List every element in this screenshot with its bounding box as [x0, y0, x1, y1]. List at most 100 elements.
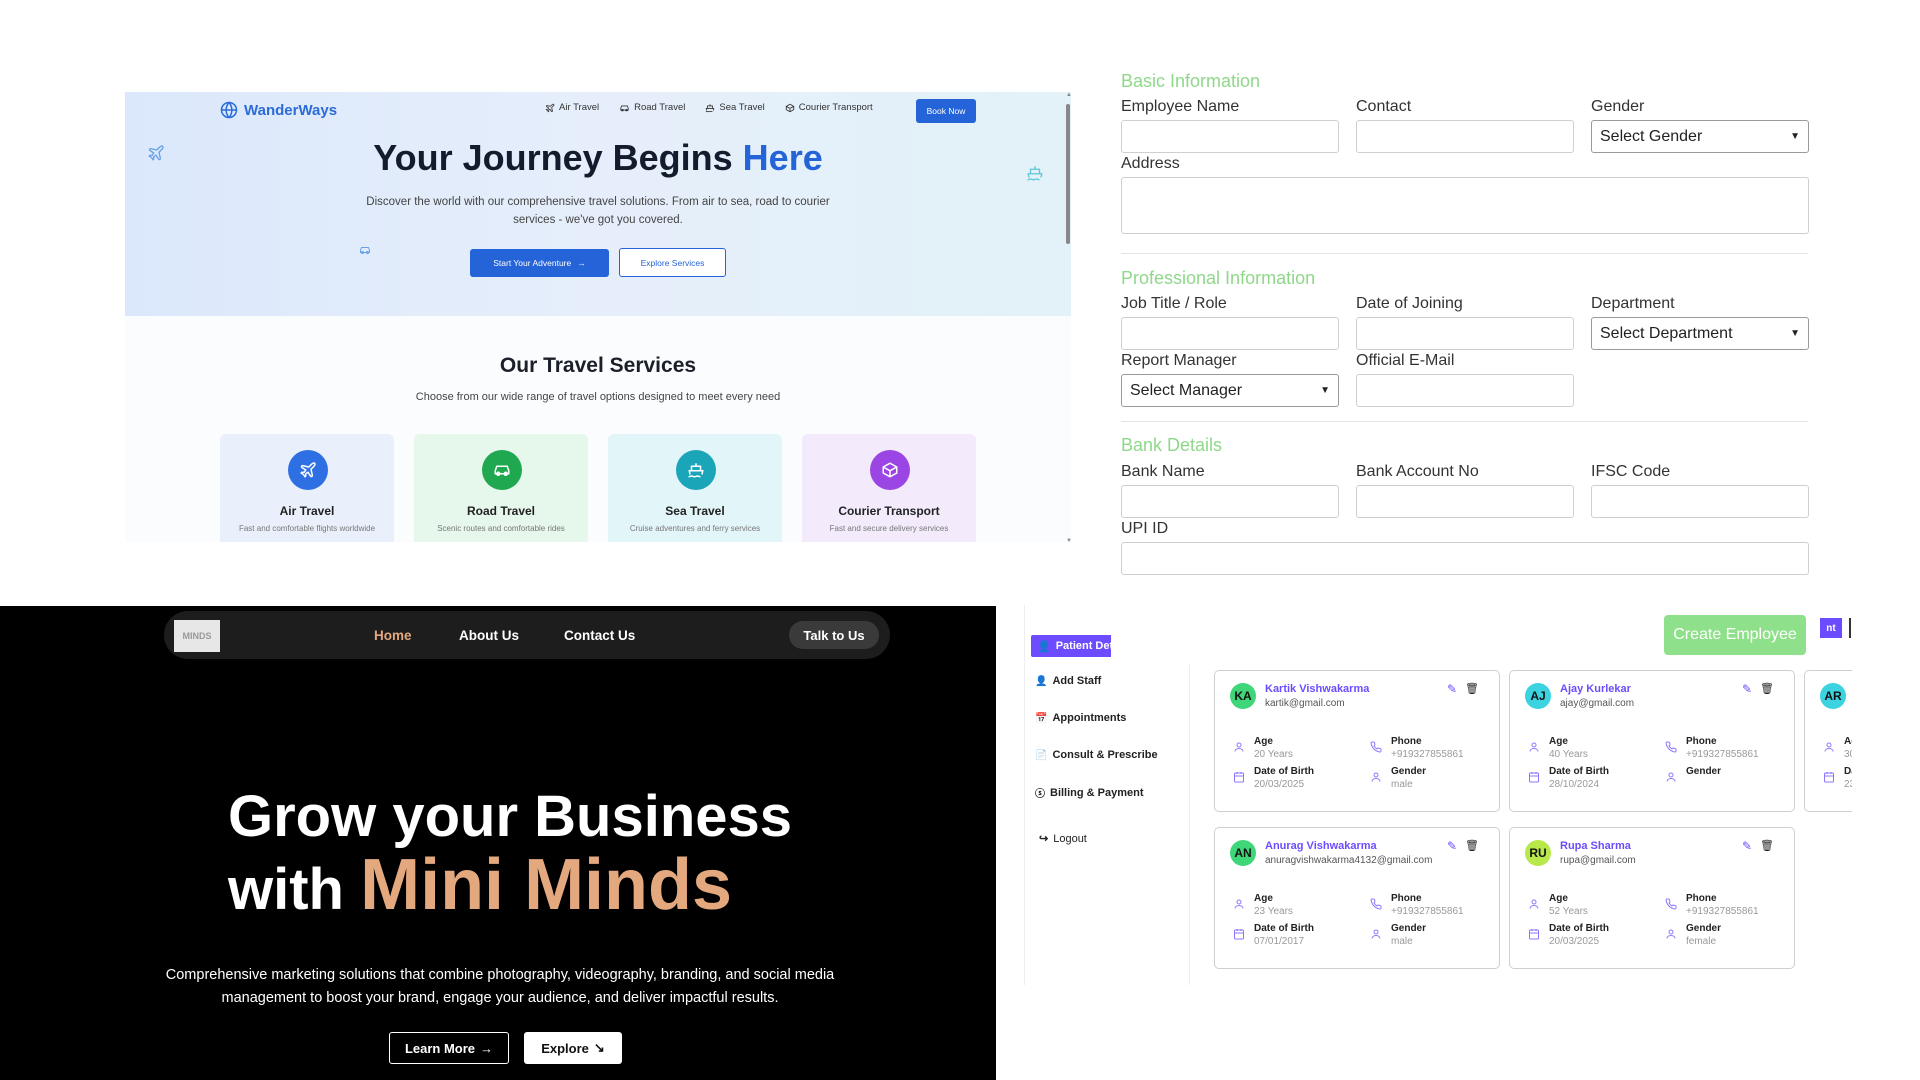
employee-name-label: Employee Name: [1121, 98, 1240, 115]
gender-label: Gender: [1591, 98, 1645, 115]
ifsc-label: IFSC Code: [1591, 463, 1671, 480]
staff-card[interactable]: AN Anurag Vishwakarma anuragvishwakarma413…: [1214, 827, 1500, 969]
avatar: AJ: [1525, 683, 1551, 709]
dob-field: Date of Birth 07/01/2017: [1230, 922, 1314, 949]
arrow-down-right-icon: ↘: [593, 1040, 605, 1055]
plane-icon: [545, 103, 555, 112]
scrollbar[interactable]: ▲ ▼: [1065, 92, 1071, 542]
job-title-input[interactable]: [1121, 317, 1339, 350]
staff-card[interactable]: RU Rupa Sharma rupa@gmail.com ✎ 🗑 Age 52 Years…: [1509, 827, 1795, 969]
address-textarea[interactable]: [1121, 177, 1809, 234]
staff-email: rupa@gmail.com: [1560, 855, 1636, 866]
nav-about-us[interactable]: About Us: [459, 611, 519, 659]
gender-select[interactable]: Select Gender ▼: [1591, 120, 1809, 153]
ship-icon: [676, 450, 716, 490]
department-select[interactable]: Select Department ▼: [1591, 317, 1809, 350]
dollar-icon: ⓢ: [1035, 789, 1045, 800]
hero-headline: Grow your Business with Mini Minds: [228, 784, 793, 925]
file-icon: 📄: [1035, 749, 1048, 761]
bank-account-input[interactable]: [1356, 485, 1574, 518]
explore-button[interactable]: Explore ↘: [524, 1032, 622, 1064]
divider: [1189, 665, 1190, 985]
brand-logo[interactable]: WanderWays: [220, 101, 337, 119]
service-card-courier[interactable]: Courier Transport Fast and secure delive…: [802, 434, 976, 542]
sidebar-item-appointments[interactable]: 📅 Appointments: [1035, 712, 1126, 724]
service-card-sea[interactable]: Sea Travel Cruise adventures and ferry s…: [608, 434, 782, 542]
dob-field: Date of Birth 20/03/2025: [1230, 765, 1314, 792]
card-desc: Fast and comfortable flights worldwide: [238, 524, 376, 533]
service-card-air[interactable]: Air Travel Fast and comfortable flights …: [220, 434, 394, 542]
sidebar-item-patient-details[interactable]: 👤 Patient Det: [1031, 635, 1111, 657]
chevron-down-icon: ▼: [1320, 385, 1330, 396]
staff-name[interactable]: Ajay Kurlekar: [1560, 683, 1631, 695]
edit-icon[interactable]: ✎: [1447, 682, 1457, 696]
user-icon: 👤: [1035, 675, 1048, 687]
staff-card[interactable]: AJ Ajay Kurlekar ajay@gmail.com ✎ 🗑 Age 40 Yea…: [1509, 670, 1795, 812]
user-icon: [1367, 768, 1385, 786]
staff-name[interactable]: Rupa Sharma: [1560, 840, 1631, 852]
sidebar-item-consult[interactable]: 📄 Consult & Prescribe: [1035, 749, 1158, 761]
services-title: Our Travel Services: [499, 354, 697, 377]
upi-input[interactable]: [1121, 542, 1809, 575]
staff-card[interactable]: KA Kartik Vishwakarma kartik@gmail.com ✎ 🗑 Ag…: [1214, 670, 1500, 812]
sidebar: 👤 Patient Det 👤 Add Staff 📅 Appointments 📄 C…: [1024, 605, 1192, 985]
service-card-road[interactable]: Road Travel Scenic routes and comfortabl…: [414, 434, 588, 542]
bank-name-input[interactable]: [1121, 485, 1339, 518]
user-icon: [1367, 925, 1385, 943]
nav-air-travel[interactable]: Air Travel: [545, 102, 599, 113]
sidebar-item-billing[interactable]: ⓢ Billing & Payment: [1035, 785, 1144, 801]
nav-contact-us[interactable]: Contact Us: [564, 611, 635, 659]
employee-name-input[interactable]: [1121, 120, 1339, 153]
talk-to-us-button[interactable]: Talk to Us: [789, 621, 879, 649]
staff-email: anuragvishwakarma4132@gmail.com: [1265, 855, 1433, 866]
start-adventure-button[interactable]: Start Your Adventure →: [470, 249, 609, 277]
delete-icon[interactable]: 🗑: [1465, 839, 1479, 853]
contact-input[interactable]: [1356, 120, 1574, 153]
ifsc-input[interactable]: [1591, 485, 1809, 518]
avatar: AR: [1820, 683, 1846, 709]
card-title: Road Travel: [466, 504, 536, 518]
edit-icon[interactable]: ✎: [1742, 839, 1752, 853]
manager-select[interactable]: Select Manager ▼: [1121, 374, 1339, 407]
calendar-icon: [1230, 768, 1248, 786]
wanderways-page: WanderWays Air Travel Road Travel Sea Tr…: [125, 92, 1071, 542]
delete-icon[interactable]: 🗑: [1465, 682, 1479, 696]
mini-minds-logo[interactable]: MINDS: [174, 620, 220, 652]
delete-icon[interactable]: 🗑: [1760, 682, 1774, 696]
user-icon: [1525, 738, 1543, 756]
nav-road-travel[interactable]: Road Travel: [619, 102, 685, 113]
partial-button[interactable]: nt: [1820, 618, 1842, 638]
card-title: Courier Transport: [838, 504, 940, 518]
staff-name[interactable]: Kartik Vishwakarma: [1265, 683, 1369, 695]
nav-home[interactable]: Home: [374, 611, 412, 659]
learn-more-button[interactable]: Learn More →: [389, 1032, 509, 1064]
hero-description: Comprehensive marketing solutions that c…: [165, 967, 835, 1006]
car-icon: [482, 450, 522, 490]
sidebar-item-add-staff[interactable]: 👤 Add Staff: [1035, 675, 1101, 687]
phone-icon: [1367, 738, 1385, 756]
nav-sea-travel[interactable]: Sea Travel: [705, 102, 765, 113]
staff-name[interactable]: Anurag Vishwakarma: [1265, 840, 1377, 852]
hero-subtitle: Discover the world with our comprehensiv…: [366, 196, 830, 226]
phone-field: Phone +919327855861: [1662, 735, 1759, 762]
edit-icon[interactable]: ✎: [1742, 682, 1752, 696]
globe-icon: [220, 101, 238, 119]
date-of-joining-input[interactable]: [1356, 317, 1574, 350]
official-email-input[interactable]: [1356, 374, 1574, 407]
nav-courier-transport[interactable]: Courier Transport: [785, 102, 873, 113]
explore-services-button[interactable]: Explore Services: [619, 248, 726, 277]
sidebar-item-logout[interactable]: ↪ Logout: [1039, 832, 1087, 846]
upi-label: UPI ID: [1121, 520, 1169, 537]
basic-info-heading: Basic Information: [1121, 71, 1261, 91]
book-now-button[interactable]: Book Now: [916, 99, 976, 123]
card-desc: Scenic routes and comfortable rides: [437, 524, 565, 533]
brand-name: WanderWays: [244, 101, 338, 119]
create-employee-button[interactable]: Create Employee: [1664, 615, 1806, 655]
edit-icon[interactable]: ✎: [1447, 839, 1457, 853]
user-icon: 👤: [1037, 640, 1051, 653]
staff-card[interactable]: ARAar✎🗑Age30PhoneDate of Birth23/Gender: [1804, 670, 1852, 812]
age-field: Age 23 Years: [1230, 892, 1293, 919]
delete-icon[interactable]: 🗑: [1760, 839, 1774, 853]
phone-icon: [1367, 895, 1385, 913]
scroll-up-icon: ▲: [1066, 92, 1071, 98]
